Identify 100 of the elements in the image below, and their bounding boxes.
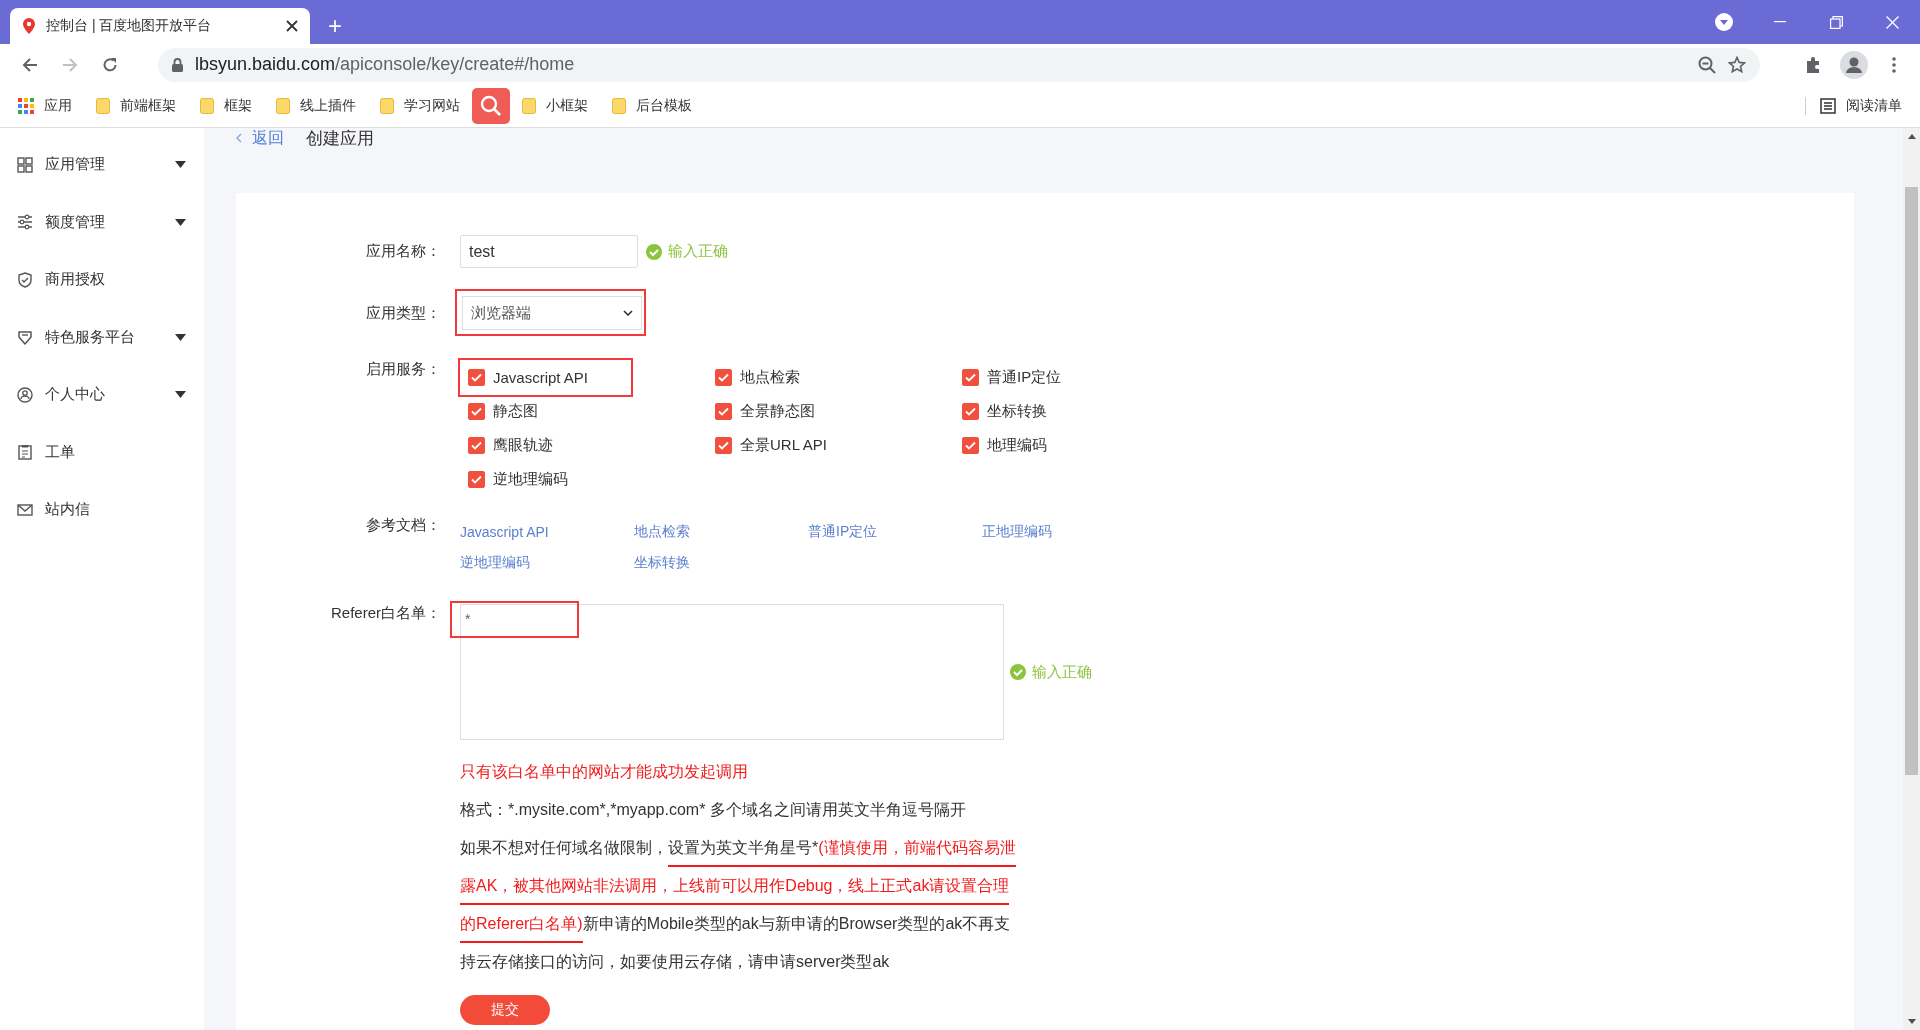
type-dropdown[interactable]: 浏览器端 [462,296,642,330]
sidebar-item[interactable]: 商用授权 [0,251,204,309]
sidebar-item[interactable]: 个人中心 [0,366,204,424]
avatar-icon[interactable] [1840,50,1868,79]
star-icon[interactable] [1728,55,1746,74]
check-circle-icon [646,243,662,260]
zoom-out-icon[interactable] [1698,55,1716,74]
bookmark[interactable]: 学习网站 [380,97,460,115]
service-checkbox[interactable]: 普通IP定位 [962,365,1062,389]
checkmark-icon [965,406,976,416]
scrollbar[interactable] [1903,128,1920,1030]
folder-icon [276,98,290,114]
back-arrow-icon[interactable] [22,56,38,73]
apps-grid-icon [18,98,34,114]
doc-link[interactable]: 正地理编码 [982,522,1052,541]
service-checkbox[interactable]: 鹰眼轨迹 [468,433,553,457]
more-menu-icon[interactable] [1892,56,1896,73]
mail-icon [17,501,33,518]
folder-icon [522,98,536,114]
close-icon[interactable] [286,20,298,32]
folder-icon [380,98,394,114]
checkbox[interactable] [468,368,485,386]
checkmark-icon [718,372,729,382]
service-checkbox[interactable]: 地点检索 [715,365,800,389]
checkbox[interactable] [715,368,732,386]
restore-icon[interactable] [1829,15,1843,29]
search-button[interactable] [472,88,510,124]
user-icon [17,386,33,403]
reload-icon[interactable] [102,56,118,73]
checkbox[interactable] [715,436,732,454]
checkbox[interactable] [468,436,485,454]
reading-list-button[interactable]: 阅读清单 [1805,97,1902,115]
checkbox[interactable] [468,402,485,420]
checkmark-icon [471,372,482,382]
bookmark[interactable]: 应用 [18,97,72,115]
back-link[interactable]: 返回 [236,128,284,148]
validation-message: 输入正确 [646,242,728,261]
doc-link[interactable]: 普通IP定位 [808,522,878,541]
doc-link[interactable]: Javascript API [460,523,549,540]
lock-icon [172,57,183,72]
sidebar-item[interactable]: 应用管理 [0,136,204,194]
shield-icon [17,271,33,288]
submit-button[interactable]: 提交 [460,995,550,1025]
service-checkbox[interactable]: 全景静态图 [715,399,815,423]
search-icon [480,95,502,117]
tab-title: 控制台 | 百度地图开放平台 [46,17,213,35]
checkbox[interactable] [468,470,485,488]
forward-arrow-icon[interactable] [62,56,78,73]
service-checkbox[interactable]: Javascript API [458,357,633,397]
service-checkbox[interactable]: 坐标转换 [962,399,1047,423]
scroll-down-icon[interactable] [1907,1019,1916,1024]
service-checkbox[interactable]: 全景URL API [715,433,827,457]
minimize-icon[interactable] [1774,21,1786,23]
checkbox[interactable] [962,436,979,454]
checkmark-icon [471,440,482,450]
doc-link[interactable]: 坐标转换 [634,553,690,572]
checkmark-icon [965,372,976,382]
scroll-up-icon[interactable] [1907,134,1916,139]
folder-icon [200,98,214,114]
bookmark[interactable]: 前端框架 [96,97,176,115]
service-checkbox[interactable]: 静态图 [468,399,538,423]
checkbox[interactable] [715,402,732,420]
format-hint: 格式：*.mysite.com*,*myapp.com* 多个域名之间请用英文半角逗号隔开 [460,800,967,820]
sidebar-item[interactable]: 工单 [0,423,204,481]
field-label: 应用类型： [365,303,441,323]
validation-message: 输入正确 [1010,662,1092,682]
dropdown-icon[interactable] [1715,13,1733,31]
name-input[interactable]: test [460,235,638,268]
bookmark[interactable]: 线上插件 [276,97,356,115]
tag-icon [17,329,33,346]
scrollbar-thumb[interactable] [1905,187,1918,775]
doc-link[interactable]: 逆地理编码 [460,553,530,572]
field-label: 参考文档： [365,516,441,535]
folder-icon [96,98,110,114]
field-label: Referer白名单： [329,604,441,623]
browser-tab[interactable]: 控制台 | 百度地图开放平台 [10,8,310,44]
url-text: lbsyun.baidu.com/apiconsole/key/create#/home [195,54,576,75]
sidebar-item[interactable]: 站内信 [0,481,204,539]
bookmark[interactable]: 小框架 [522,97,588,115]
chevron-left-icon [236,133,242,143]
check-circle-icon [1010,664,1026,680]
checkbox[interactable] [962,368,979,386]
service-checkbox[interactable]: 逆地理编码 [468,467,568,491]
referer-textarea[interactable]: * [460,604,1004,740]
checkmark-icon [965,440,976,450]
sidebar-item[interactable]: 特色服务平台 [0,308,204,366]
bookmark[interactable]: 后台模板 [612,97,692,115]
doc-link[interactable]: 地点检索 [634,522,690,541]
address-bar[interactable]: lbsyun.baidu.com/apiconsole/key/create#/home [158,47,1760,82]
checkmark-icon [471,406,482,416]
service-checkbox[interactable]: 地理编码 [962,433,1047,457]
field-label: 启用服务： [365,360,441,379]
bookmark[interactable]: 框架 [200,97,252,115]
checkbox[interactable] [962,402,979,420]
usage-note: 如果不想对任何域名做限制，设置为英文半角星号*(谨慎使用，前端代码容易泄露AK，被其他网站非法调用，上线前可以用作Debug，线上正式ak请设置合理的Referer白名单)新申请的Mobile类型的ak与新申请的Browser类型的ak不再支持云存储接口的访问，如要使用云存储，请申请server类型ak [460,838,1017,972]
new-tab-button[interactable]: + [328,14,342,38]
sidebar-item[interactable]: 额度管理 [0,193,204,251]
field-label: 应用名称： [365,242,441,261]
map-pin-icon [22,17,36,35]
grid-icon [17,156,33,173]
